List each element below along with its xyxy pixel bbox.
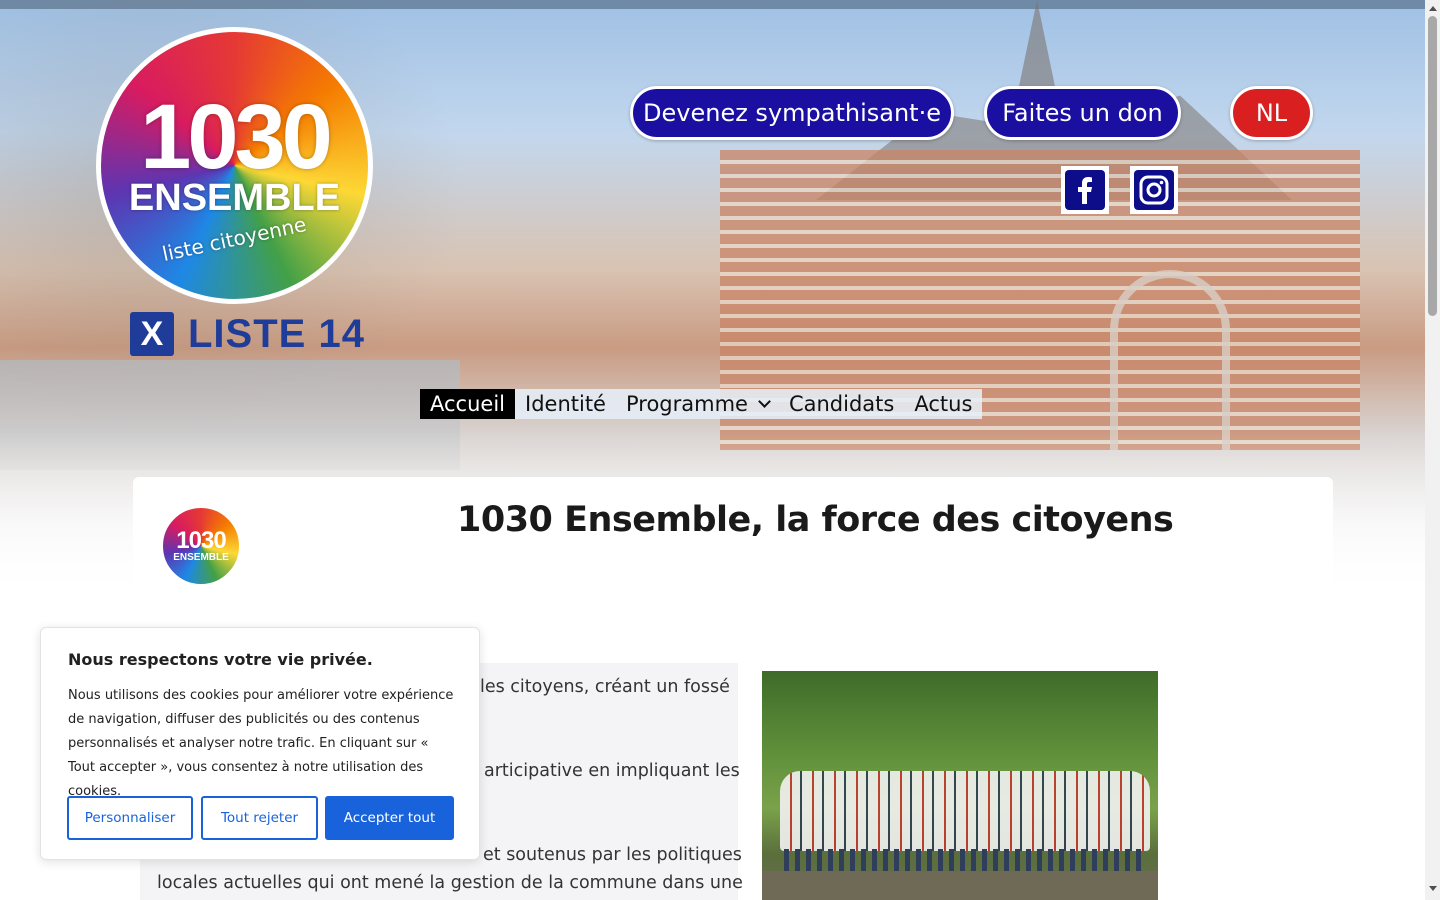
intro-paragraph-3: et soutenus par les politiques	[483, 845, 742, 865]
cookie-body: Nous utilisons des cookies pour améliore…	[68, 688, 454, 799]
cookie-customize-button[interactable]: Personnaliser	[67, 796, 193, 840]
hero-arch	[1110, 270, 1230, 450]
scroll-down-arrow-icon[interactable]	[1429, 886, 1437, 891]
group-photo	[762, 671, 1158, 900]
nav-item-programme-label: Programme	[625, 392, 748, 416]
nav-item-programme[interactable]: Programme	[616, 389, 779, 419]
card-logo-number: 1030	[176, 527, 226, 554]
logo-number: 1030	[140, 85, 333, 188]
intro-paragraph-1: les citoyens, créant un fossé	[480, 677, 730, 697]
page-scrollbar[interactable]	[1425, 0, 1440, 900]
nav-item-identite[interactable]: Identité	[515, 389, 616, 419]
main-nav: Accueil Identité Programme Candidats Act…	[420, 389, 983, 419]
card-logo: 1030 ENSEMBLE	[161, 506, 241, 586]
liste-label: LISTE 14	[188, 311, 365, 356]
liste-badge: X LISTE 14	[130, 312, 365, 356]
donate-button[interactable]: Faites un don	[984, 86, 1181, 140]
facebook-icon	[1065, 170, 1105, 210]
supporter-button[interactable]: Devenez sympathisant·e	[630, 86, 954, 140]
nav-item-candidats[interactable]: Candidats	[779, 389, 904, 419]
language-nl-button[interactable]: NL	[1230, 86, 1313, 140]
scroll-up-arrow-icon[interactable]	[1429, 6, 1437, 11]
instagram-icon	[1134, 170, 1174, 210]
site-logo[interactable]: 1030 ENSEMBLE liste citoyenne	[96, 27, 373, 304]
cookie-title: Nous respectons votre vie privée.	[68, 650, 373, 669]
cookie-accept-button[interactable]: Accepter tout	[325, 796, 454, 840]
page-title: 1030 Ensemble, la force des citoyens	[457, 500, 1174, 540]
nav-item-actus[interactable]: Actus	[904, 389, 982, 419]
facebook-link[interactable]	[1061, 166, 1109, 214]
cookie-reject-button[interactable]: Tout rejeter	[201, 796, 318, 840]
group-photo-people	[780, 771, 1150, 851]
cookie-banner: Nous respectons votre vie privée. Nous u…	[40, 627, 480, 860]
chevron-down-icon	[758, 395, 771, 408]
ballot-x-icon: X	[130, 312, 174, 356]
scrollbar-thumb[interactable]	[1428, 16, 1437, 316]
nav-item-accueil[interactable]: Accueil	[420, 389, 515, 419]
intro-paragraph-2: articipative en impliquant les	[484, 761, 740, 781]
instagram-link[interactable]	[1130, 166, 1178, 214]
group-photo-ground	[762, 871, 1158, 900]
card-logo-word: ENSEMBLE	[173, 552, 229, 563]
logo-word: ENSEMBLE	[128, 176, 341, 219]
group-photo-legs	[784, 849, 1146, 873]
intro-paragraph-4: locales actuelles qui ont mené la gestio…	[157, 873, 743, 893]
logo-tagline: liste citoyenne	[160, 211, 309, 266]
